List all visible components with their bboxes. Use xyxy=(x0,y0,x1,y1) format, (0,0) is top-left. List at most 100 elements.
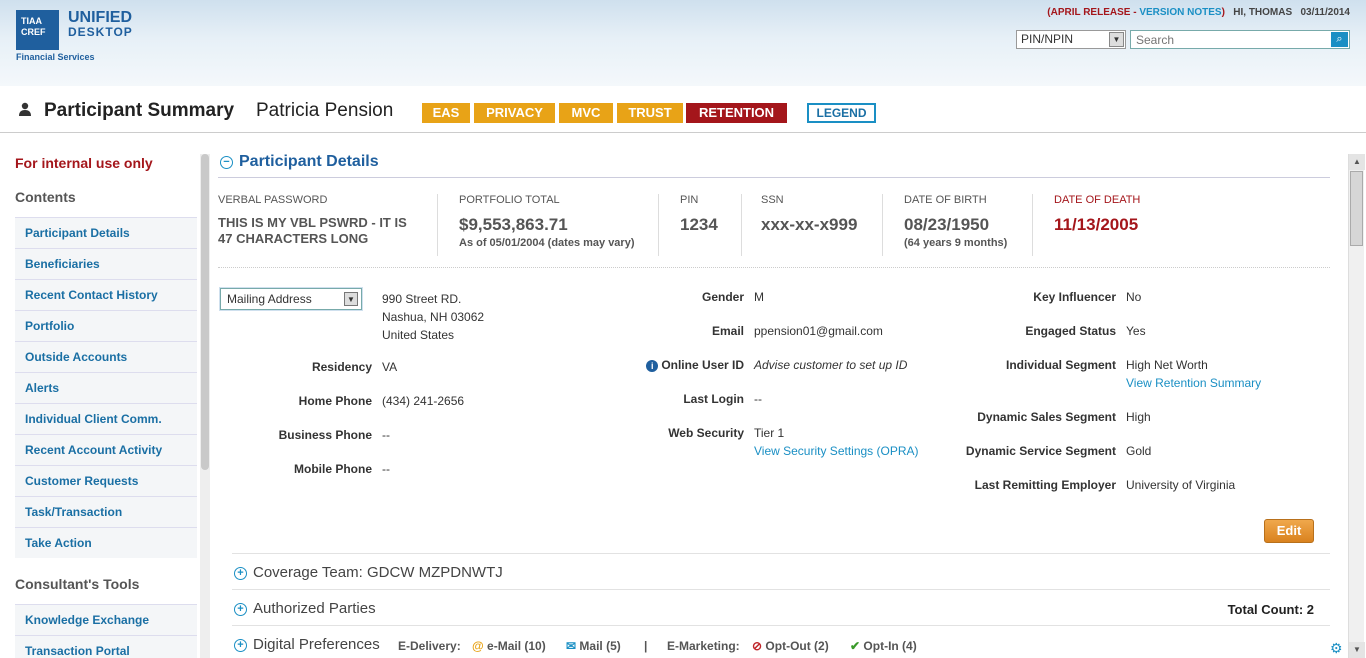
nav-scrollbar[interactable] xyxy=(200,154,210,658)
contents-list: Participant Details Beneficiaries Recent… xyxy=(15,217,197,558)
nav-scroll-thumb[interactable] xyxy=(201,154,209,470)
dynamic-sales-value: High xyxy=(1126,410,1151,424)
nav-item-outside-accounts[interactable]: Outside Accounts xyxy=(15,341,197,372)
nav-item-recent-account-activity[interactable]: Recent Account Activity xyxy=(15,434,197,465)
scroll-up-icon[interactable]: ▲ xyxy=(1349,154,1365,170)
opt-out-preference: ⊘ Opt-Out (2) xyxy=(752,639,829,653)
dynamic-service-value: Gold xyxy=(1126,444,1152,458)
legend-button[interactable]: LEGEND xyxy=(807,103,876,123)
app-header: TIAA CREF UNIFIED DESKTOP Financial Serv… xyxy=(0,0,1366,86)
user-greeting: HI, THOMAS xyxy=(1233,7,1293,18)
email-value: ppension01@gmail.com xyxy=(754,324,883,338)
checkmark-icon: ✔ xyxy=(850,639,861,653)
contents-heading: Contents xyxy=(15,189,76,205)
gear-icon[interactable]: ⚙ xyxy=(1330,640,1343,657)
engaged-status-value: Yes xyxy=(1126,324,1146,338)
key-influencer-value: No xyxy=(1126,290,1142,304)
view-security-settings-link[interactable]: View Security Settings (OPRA) xyxy=(754,444,919,458)
e-delivery-label: E-Delivery: xyxy=(398,639,461,653)
tag-eas[interactable]: EAS xyxy=(422,103,470,123)
address: 990 Street RD. Nashua, NH 03062 United S… xyxy=(382,292,485,342)
pref-divider: | xyxy=(644,639,648,653)
nav-item-individual-client-comm[interactable]: Individual Client Comm. xyxy=(15,403,197,434)
individual-segment-value: High Net Worth xyxy=(1126,358,1208,372)
internal-use-notice: For internal use only xyxy=(15,155,153,171)
search-box: ⌕ xyxy=(1130,30,1350,49)
portfolio-total: PORTFOLIO TOTAL $9,553,863.71 As of 05/0… xyxy=(459,194,659,256)
tag-privacy[interactable]: PRIVACY xyxy=(474,103,555,123)
header-date: 03/11/2014 xyxy=(1300,7,1351,18)
nav-item-transaction-portal[interactable]: Transaction Portal xyxy=(15,635,197,658)
left-nav: For internal use only Contents Participa… xyxy=(0,134,212,658)
ssn: SSN xxx-xx-x999 xyxy=(761,194,883,256)
tools-list: Knowledge Exchange Transaction Portal xyxy=(15,604,197,658)
edit-button[interactable]: Edit xyxy=(1264,519,1314,543)
nav-item-knowledge-exchange[interactable]: Knowledge Exchange xyxy=(15,604,197,635)
web-security-value: Tier 1 xyxy=(754,426,785,440)
version-notes-link[interactable]: VERSION NOTES xyxy=(1139,7,1221,18)
mobile-phone-value: -- xyxy=(382,462,390,476)
app-subtitle: Financial Services xyxy=(16,52,95,62)
nav-item-customer-requests[interactable]: Customer Requests xyxy=(15,465,197,496)
nav-item-task-transaction[interactable]: Task/Transaction xyxy=(15,496,197,527)
divider xyxy=(218,267,1330,268)
collapse-icon[interactable]: − xyxy=(220,156,233,169)
envelope-icon: ✉ xyxy=(566,639,577,653)
tag-mvc[interactable]: MVC xyxy=(559,103,613,123)
authorized-parties-section[interactable]: + Authorized Parties Total Count: 2 xyxy=(232,589,1330,625)
nav-item-beneficiaries[interactable]: Beneficiaries xyxy=(15,248,197,279)
email-preference: @ e-Mail (10) xyxy=(472,639,546,653)
gender-value: M xyxy=(754,290,764,304)
expand-icon[interactable]: + xyxy=(234,567,247,580)
digital-preferences-section[interactable]: + Digital Preferences E-Delivery: @ e-Mai… xyxy=(232,625,1330,658)
nav-item-portfolio[interactable]: Portfolio xyxy=(15,310,197,341)
total-count: Total Count: 2 xyxy=(1227,602,1314,617)
participant-name: Patricia Pension xyxy=(256,100,394,121)
search-input[interactable] xyxy=(1131,31,1321,48)
prohibited-icon: ⊘ xyxy=(752,639,763,653)
opt-in-preference: ✔ Opt-In (4) xyxy=(850,639,917,653)
verbal-password: VERBAL PASSWORD THIS IS MY VBL PSWRD - I… xyxy=(218,194,438,256)
view-retention-summary-link[interactable]: View Retention Summary xyxy=(1126,376,1261,390)
nav-item-alerts[interactable]: Alerts xyxy=(15,372,197,403)
main-content: − Participant Details VERBAL PASSWORD THI… xyxy=(212,150,1346,658)
e-marketing-label: E-Marketing: xyxy=(667,639,740,653)
tiaa-cref-logo[interactable]: TIAA CREF xyxy=(16,10,59,50)
address-type-select[interactable]: Mailing Address ▼ xyxy=(220,288,362,310)
expand-icon[interactable]: + xyxy=(234,603,247,616)
home-phone-value: (434) 241-2656 xyxy=(382,394,465,408)
expand-icon[interactable]: + xyxy=(234,639,247,652)
date-of-birth: DATE OF BIRTH 08/23/1950 (64 years 9 mon… xyxy=(904,194,1033,256)
at-icon: @ xyxy=(472,639,484,653)
coverage-team-section[interactable]: + Coverage Team: GDCW MZPDNWTJ xyxy=(232,553,1330,589)
last-login-value: -- xyxy=(754,392,762,406)
pin: PIN 1234 xyxy=(680,194,742,256)
scroll-down-icon[interactable]: ▼ xyxy=(1349,642,1365,658)
summary-strip: VERBAL PASSWORD THIS IS MY VBL PSWRD - I… xyxy=(218,194,1330,266)
participant-details-header[interactable]: − Participant Details xyxy=(220,153,379,171)
divider xyxy=(218,177,1330,178)
employer-value: University of Virginia xyxy=(1126,478,1236,492)
tools-heading: Consultant's Tools xyxy=(15,576,140,592)
page-title: Participant Summary xyxy=(44,100,235,121)
residency-value: VA xyxy=(382,360,398,374)
mail-preference: ✉ Mail (5) xyxy=(566,639,621,653)
chevron-down-icon: ▼ xyxy=(1109,32,1124,47)
nav-item-take-action[interactable]: Take Action xyxy=(15,527,197,558)
app-title: UNIFIED DESKTOP xyxy=(68,9,133,40)
tag-trust[interactable]: TRUST xyxy=(617,103,683,123)
nav-item-participant-details[interactable]: Participant Details xyxy=(15,217,197,248)
business-phone-value: -- xyxy=(382,428,390,442)
main-scroll-thumb[interactable] xyxy=(1350,171,1363,246)
tag-retention[interactable]: RETENTION xyxy=(686,103,787,123)
online-id-value: Advise customer to set up ID xyxy=(754,358,908,372)
title-bar: Participant Summary Patricia Pension EAS… xyxy=(0,95,1366,133)
chevron-down-icon: ▼ xyxy=(344,292,358,306)
nav-item-recent-contact-history[interactable]: Recent Contact History xyxy=(15,279,197,310)
search-icon[interactable]: ⌕ xyxy=(1331,32,1348,47)
info-icon[interactable]: i xyxy=(646,360,659,372)
date-of-death: DATE OF DEATH 11/13/2005 xyxy=(1054,194,1141,234)
pin-type-select[interactable]: PIN/NPIN ▼ xyxy=(1016,30,1126,49)
person-icon xyxy=(19,102,31,116)
main-scrollbar[interactable]: ▲ ▼ xyxy=(1348,154,1365,658)
